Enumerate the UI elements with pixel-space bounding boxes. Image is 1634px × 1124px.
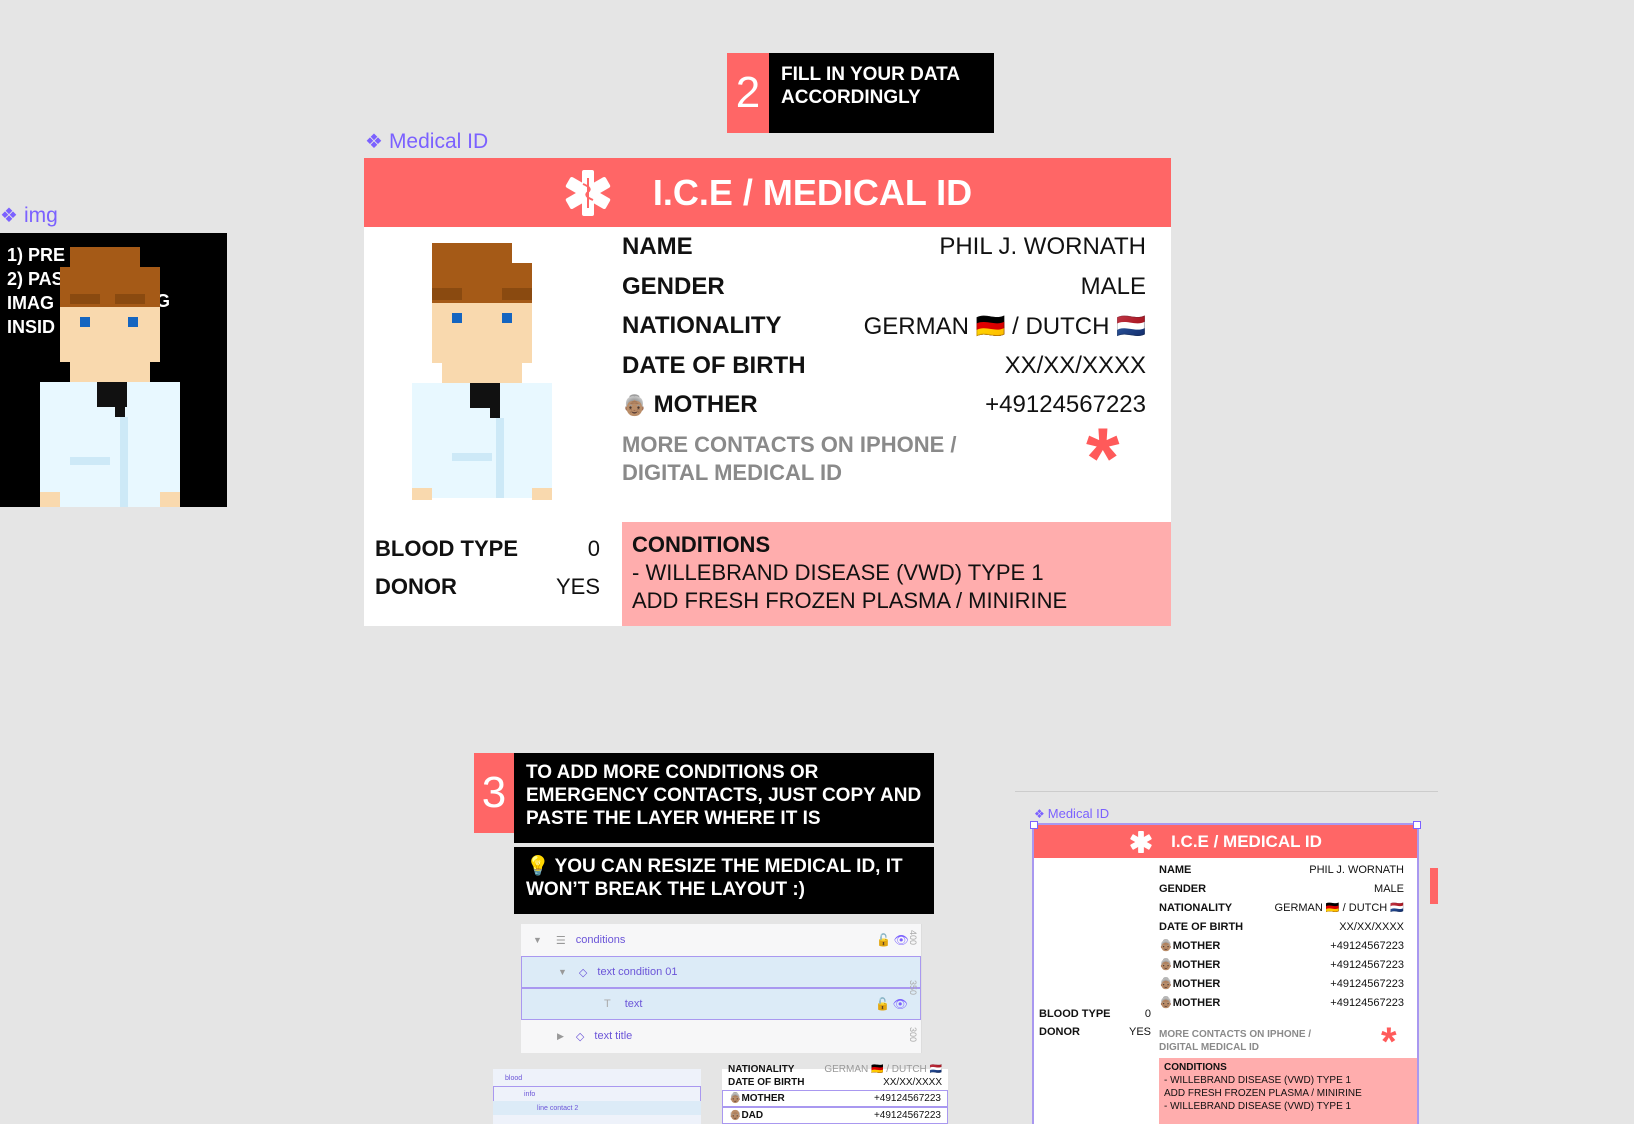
field-emergency-contact: 👵🏽 MOTHER +49124567223: [622, 391, 1146, 418]
card-header: I.C.E / MEDICAL ID: [364, 158, 1171, 227]
layer-row-text[interactable]: T text 🔓 👁: [521, 988, 921, 1020]
component-icon: ❖: [0, 205, 18, 227]
layer-row-text-title[interactable]: ▶ ◇ text title: [521, 1020, 921, 1052]
small-layers-panel: blood info line contact 2: [493, 1069, 701, 1124]
chevron-right-icon: ▶: [557, 1030, 564, 1041]
blood-type-row: BLOOD TYPE 0: [375, 536, 600, 561]
medical-id-frame-label[interactable]: ❖ Medical ID: [365, 129, 488, 154]
conditions-block: CONDITIONS - WILLEBRAND DISEASE (VWD) TY…: [622, 522, 1171, 626]
conditions-title: CONDITIONS: [632, 532, 771, 557]
donor-row: DONOR YES: [375, 574, 600, 599]
text-layer-icon: T: [604, 998, 611, 1010]
field-gender: GENDER MALE: [622, 272, 1146, 300]
resize-handle[interactable]: [1030, 821, 1038, 829]
card-title: I.C.E / MEDICAL ID: [652, 171, 973, 213]
card-header: I.C.E / MEDICAL ID: [1034, 825, 1417, 858]
component-icon: ❖: [365, 131, 383, 153]
card-fields: NAME PHIL J. WORNATH GENDER MALE NATIONALI…: [1159, 863, 1404, 1010]
blood-donor-block: BLOOD TYPE 0 DONOR YES: [375, 530, 600, 606]
step-text: FILL IN YOUR DATA ACCORDINGLY: [769, 53, 994, 133]
lock-open-icon[interactable]: 🔓: [875, 997, 890, 1011]
medical-id-card[interactable]: I.C.E / MEDICAL ID NAME PHIL J. WORNATH …: [364, 158, 1171, 626]
lightbulb-icon: 💡: [526, 856, 550, 877]
offscreen-badge-fragment: [1430, 868, 1438, 904]
step-number: 2: [727, 53, 769, 133]
step-3-badge: 3 TO ADD MORE CONDITIONS OR EMERGENCY CO…: [474, 753, 934, 843]
card-title: I.C.E / MEDICAL ID: [1171, 831, 1322, 851]
asterisk-icon: *: [1086, 411, 1120, 507]
asterisk-icon: *: [1381, 1020, 1397, 1064]
frame-icon: ☰: [555, 934, 566, 947]
field-name: NAME PHIL J. WORNATH: [622, 233, 1146, 260]
resize-tip: 💡 YOU CAN RESIZE THE MEDICAL ID, IT WON’…: [514, 847, 934, 914]
lock-open-icon[interactable]: 🔓: [876, 933, 891, 947]
doctor-avatar-image: [412, 243, 552, 500]
step-text: TO ADD MORE CONDITIONS OR EMERGENCY CONT…: [514, 753, 934, 843]
ruler: 400 350 300: [908, 930, 918, 1043]
component-icon: ❖: [1034, 806, 1045, 821]
medical-id-card-small[interactable]: I.C.E / MEDICAL ID NAME PHIL J. WORNATH G…: [1030, 821, 1421, 1124]
medical-star-of-life-icon: [1130, 830, 1152, 853]
medical-star-of-life-icon: [565, 169, 610, 216]
layer-row-text-condition[interactable]: ▼ ◇ text condition 01: [521, 956, 921, 988]
layer-row-conditions[interactable]: ▼ ☰ conditions 🔓 👁: [521, 924, 921, 956]
medical-id-small-frame-label[interactable]: ❖ Medical ID: [1034, 806, 1109, 821]
canvas-guide-line: [1015, 791, 1438, 792]
chevron-down-icon: ▼: [558, 967, 567, 977]
img-frame-label[interactable]: ❖ img: [0, 203, 58, 228]
doctor-avatar-image: [40, 247, 180, 507]
more-contacts-note: MORE CONTACTS ON IPHONE / DIGITAL MEDICA…: [1159, 1029, 1312, 1053]
eye-icon[interactable]: 👁: [893, 997, 908, 1011]
step-2-badge: 2 FILL IN YOUR DATA ACCORDINGLY: [727, 53, 994, 133]
layers-panel: ▼ ☰ conditions 🔓 👁 ▼ ◇ text condition 01…: [521, 924, 922, 1053]
img-frame[interactable]: 1) PRE 2) PAS IMAG INSID G: [0, 233, 227, 507]
grandmother-emoji-icon: 👵🏽: [622, 395, 647, 417]
blood-donor-block: BLOOD TYPE 0 DONOR YES: [1039, 1008, 1151, 1038]
component-instance-icon: ◇: [578, 966, 588, 979]
resize-handle[interactable]: [1413, 821, 1421, 829]
field-date-of-birth: DATE OF BIRTH XX/XX/XXXX: [622, 351, 1146, 379]
small-preview-card: NATIONALITY GERMAN 🇩🇪 / DUTCH 🇳🇱 DATE OF …: [722, 1064, 948, 1124]
chevron-down-icon: ▼: [533, 935, 542, 945]
condition-line: - WILLEBRAND DISEASE (VWD) TYPE 1: [632, 560, 1044, 585]
more-contacts-note: MORE CONTACTS ON IPHONE / DIGITAL MEDICA…: [622, 432, 957, 485]
eye-icon[interactable]: 👁: [894, 933, 909, 947]
conditions-block: CONDITIONS - WILLEBRAND DISEASE (VWD) TY…: [1159, 1058, 1417, 1124]
component-instance-icon: ◇: [575, 1030, 585, 1043]
step-number: 3: [474, 753, 514, 833]
card-fields: NAME PHIL J. WORNATH GENDER MALE NATIONA…: [622, 227, 1146, 425]
condition-line: ADD FRESH FROZEN PLASMA / MINIRINE: [632, 588, 1068, 613]
field-nationality: NATIONALITY GERMAN 🇩🇪 / DUTCH 🇳🇱: [622, 312, 1146, 340]
